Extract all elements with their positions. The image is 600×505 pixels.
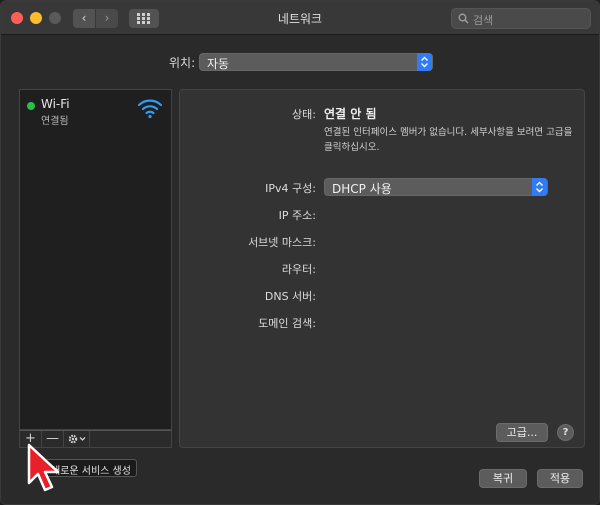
network-preferences-window: ‹ › 네트워크 검색 위치: 자동 Wi-Fi 연결됨 + — 새로운 서비스… — [0, 0, 600, 505]
revert-button[interactable]: 복귀 — [479, 469, 527, 488]
service-list: Wi-Fi 연결됨 — [19, 89, 172, 430]
search-field[interactable]: 검색 — [451, 8, 591, 29]
router-label: 라우터: — [281, 263, 316, 276]
service-item-wifi[interactable]: Wi-Fi 연결됨 — [20, 90, 171, 128]
location-label: 위치: — [169, 56, 196, 70]
ip-address-label: IP 주소: — [278, 209, 316, 222]
gear-icon — [68, 434, 85, 444]
status-description: 연결된 인터페이스 멤버가 없습니다. 세부사항을 보려면 고급을 클릭하십시오… — [324, 127, 573, 153]
dns-server-label: DNS 서버: — [264, 290, 316, 303]
subnet-mask-label: 서브넷 마스크: — [248, 236, 316, 249]
status-value: 연결 안 됨 — [324, 107, 377, 121]
ipv4-config-value: DHCP 사용 — [332, 182, 392, 196]
search-icon — [458, 13, 469, 24]
ipv4-config-label: IPv4 구성: — [265, 182, 316, 195]
title-bar: ‹ › 네트워크 검색 — [1, 1, 599, 35]
mouse-cursor-icon — [27, 443, 60, 492]
advanced-button[interactable]: 고급... — [496, 423, 548, 442]
location-popup[interactable]: 자동 — [199, 53, 433, 71]
status-label: 상태: — [292, 108, 316, 121]
popup-arrows-icon — [417, 53, 432, 71]
wifi-icon — [137, 99, 163, 119]
service-status: 연결됨 — [41, 116, 69, 127]
popup-arrows-icon — [532, 178, 547, 196]
status-dot — [27, 102, 35, 110]
location-value: 자동 — [207, 57, 230, 71]
search-domains-label: 도메인 검색: — [258, 317, 316, 330]
service-name: Wi-Fi — [41, 97, 70, 111]
search-placeholder: 검색 — [473, 14, 494, 27]
help-button[interactable]: ? — [557, 424, 574, 441]
action-menu-button[interactable] — [64, 431, 90, 447]
detail-panel: 상태: 연결 안 됨 연결된 인터페이스 멤버가 없습니다. 세부사항을 보려면… — [179, 89, 585, 448]
apply-button[interactable]: 적용 — [537, 469, 583, 488]
ipv4-config-popup[interactable]: DHCP 사용 — [324, 178, 548, 196]
